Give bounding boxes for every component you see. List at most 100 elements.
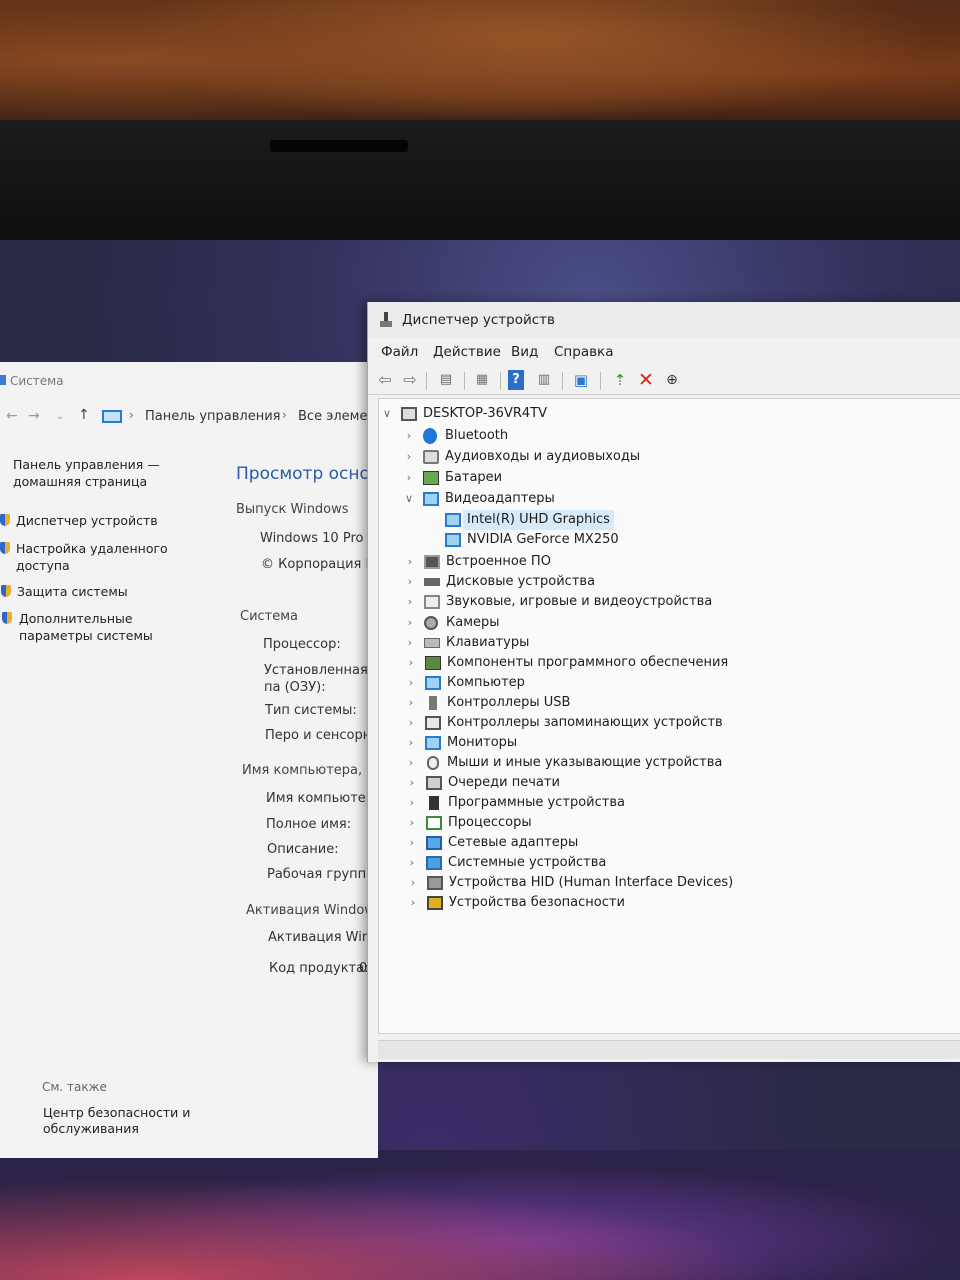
print-queue-icon — [426, 776, 442, 790]
up-arrow-icon[interactable]: ↑ — [78, 407, 90, 423]
bluetooth-icon — [423, 428, 437, 444]
display-adapter-icon — [445, 513, 461, 527]
mouse-icon — [427, 756, 439, 770]
pen-touch-label: Перо и сенсорны — [265, 728, 382, 743]
chevron-down-icon[interactable]: ∨ — [381, 404, 393, 424]
scan-hardware-icon[interactable]: ▣ — [571, 370, 591, 390]
title-bar[interactable]: Диспетчер устройств — [368, 302, 960, 338]
chevron-right-icon[interactable]: › — [403, 426, 415, 446]
chevron-right-icon[interactable]: › — [406, 813, 418, 833]
edition-value: Windows 10 Pro — [260, 531, 364, 546]
category-label: Мыши и иные указывающие устройства — [447, 755, 723, 770]
tree-view-icon[interactable]: ▦ — [472, 370, 492, 390]
camera-icon — [424, 616, 438, 630]
workgroup-label: Рабочая группа: — [267, 867, 379, 882]
disk-icon — [424, 578, 440, 586]
chevron-right-icon[interactable]: › — [404, 633, 416, 653]
chevron-down-icon[interactable]: ∨ — [403, 489, 415, 509]
category-label: Компоненты программного обеспечения — [447, 655, 729, 670]
category-label: Компьютер — [447, 675, 525, 690]
chevron-right-icon[interactable]: › — [405, 673, 417, 693]
system-protection-link[interactable]: Защита системы — [17, 583, 217, 600]
computer-name-header: Имя компьютера, им — [242, 763, 385, 778]
chevron-right-icon[interactable]: › — [406, 773, 418, 793]
control-panel-home-link[interactable]: Панель управления — домашняя страница — [13, 456, 173, 490]
breadcrumb-separator-icon: › — [282, 408, 287, 422]
system-window: Система ← → ⌄ ↑ › Панель управления › Вс… — [0, 362, 386, 1158]
disable-device-icon[interactable]: ⊕ — [662, 370, 682, 390]
forward-arrow-icon[interactable]: → — [28, 408, 40, 424]
breadcrumb-all-items[interactable]: Все элемен — [298, 409, 376, 424]
menu-action[interactable]: Действие — [433, 344, 501, 360]
recent-chevron-icon[interactable]: ⌄ — [56, 411, 64, 422]
system-window-title: Система — [10, 374, 64, 388]
see-also-header: См. также — [42, 1080, 107, 1094]
category-label: Батареи — [445, 470, 503, 485]
properties-icon[interactable]: ▤ — [436, 370, 456, 390]
category-label: Устройства HID (Human Interface Devices) — [449, 875, 734, 890]
system-header: Система — [240, 609, 299, 624]
page-title: Просмотр основ — [236, 464, 380, 484]
computer-icon — [425, 676, 441, 690]
back-icon[interactable]: ⇦ — [375, 370, 395, 390]
chevron-right-icon[interactable]: › — [406, 793, 418, 813]
chevron-right-icon[interactable]: › — [406, 833, 418, 853]
menu-file[interactable]: Файл — [381, 344, 418, 360]
ram-label: Установленная па (ОЗУ): — [264, 663, 368, 695]
device-label: NVIDIA GeForce MX250 — [467, 532, 619, 547]
system-device-icon — [426, 856, 442, 870]
menu-view[interactable]: Вид — [511, 344, 538, 360]
chevron-right-icon[interactable]: › — [403, 468, 415, 488]
remote-settings-link[interactable]: Настройка удаленного доступа — [16, 540, 176, 574]
menu-help[interactable]: Справка — [554, 344, 613, 360]
chevron-right-icon[interactable]: › — [404, 592, 416, 612]
chevron-right-icon[interactable]: › — [406, 853, 418, 873]
chevron-right-icon[interactable]: › — [404, 572, 416, 592]
window-title: Диспетчер устройств — [402, 312, 556, 328]
status-bar — [378, 1040, 960, 1059]
device-label: Intel(R) UHD Graphics — [463, 510, 614, 530]
computer-name-label: Имя компьютера — [266, 791, 382, 806]
activation-header: Активация Windows — [246, 903, 382, 918]
device-tree: ∨ DESKTOP-36VR4TV › Bluetooth › Аудиовхо… — [378, 398, 960, 1034]
edition-header: Выпуск Windows — [236, 502, 349, 517]
security-device-icon — [427, 896, 443, 910]
sound-icon — [424, 595, 440, 609]
chevron-right-icon[interactable]: › — [407, 893, 419, 913]
update-driver-icon[interactable]: ⇡ — [610, 370, 630, 390]
shield-icon — [0, 542, 10, 554]
chevron-right-icon[interactable]: › — [405, 693, 417, 713]
device-manager-link[interactable]: Диспетчер устройств — [16, 512, 216, 529]
category-label: Мониторы — [447, 735, 518, 750]
laptop-bezel — [0, 120, 960, 250]
chevron-right-icon[interactable]: › — [405, 713, 417, 733]
menu-bar: Файл Действие Вид Справка — [368, 340, 960, 364]
breadcrumb-control-panel[interactable]: Панель управления — [145, 409, 281, 424]
chevron-right-icon[interactable]: › — [404, 613, 416, 633]
webcam-bar — [270, 140, 408, 152]
chevron-right-icon[interactable]: › — [403, 447, 415, 467]
security-maintenance-link[interactable]: Центр безопасности и обслуживания — [43, 1105, 203, 1137]
usb-icon — [429, 696, 437, 710]
display-adapter-icon — [445, 533, 461, 547]
chevron-right-icon[interactable]: › — [405, 653, 417, 673]
advanced-settings-link[interactable]: Дополнительные параметры системы — [19, 610, 209, 644]
back-arrow-icon[interactable]: ← — [6, 408, 18, 424]
chevron-right-icon[interactable]: › — [405, 753, 417, 773]
shield-icon — [2, 612, 12, 624]
address-bar: ← → ⌄ ↑ › Панель управления › Все элемен — [0, 402, 378, 432]
view-resources-icon[interactable]: ▥ — [534, 370, 554, 390]
uninstall-device-icon[interactable]: ✕ — [636, 370, 656, 390]
audio-icon — [423, 450, 439, 464]
forward-icon[interactable]: ⇨ — [400, 370, 420, 390]
processor-icon — [426, 816, 442, 830]
copyright-text: © Корпорация М — [261, 557, 377, 572]
chevron-right-icon[interactable]: › — [407, 873, 419, 893]
keyboard-icon — [424, 638, 440, 648]
toolbar: ⇦ ⇨ ▤ ▦ ? ▥ ▣ ⇡ ✕ ⊕ — [368, 366, 960, 395]
category-label: Дисковые устройства — [446, 574, 596, 589]
help-icon[interactable]: ? — [508, 370, 524, 390]
chevron-right-icon[interactable]: › — [405, 733, 417, 753]
chevron-right-icon[interactable]: › — [404, 552, 416, 572]
shield-icon — [0, 514, 10, 526]
